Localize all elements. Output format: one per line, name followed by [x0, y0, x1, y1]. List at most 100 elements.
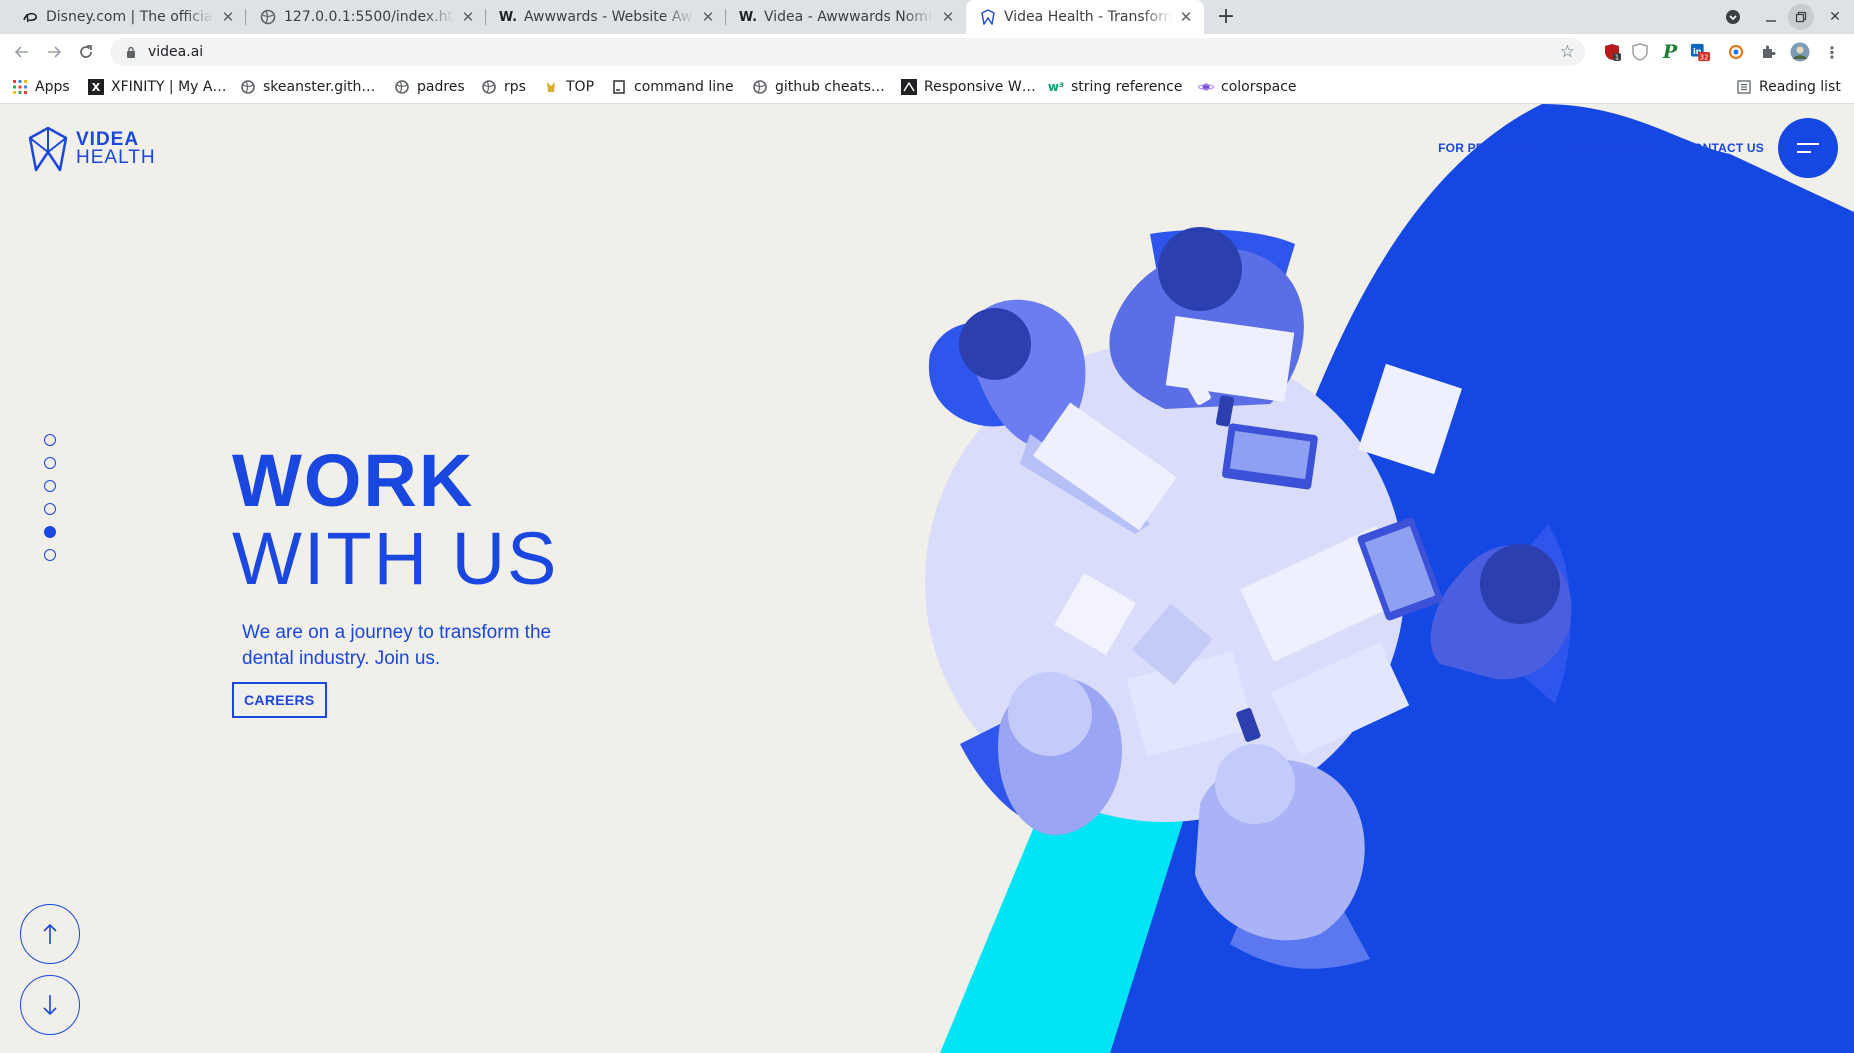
tab-awwwards[interactable]: W. Awwwards - Website Awards ✕: [486, 0, 726, 34]
odin-icon: [543, 79, 559, 95]
bookmark-responsive[interactable]: Responsive W…: [901, 70, 1036, 104]
hero-subtitle: We are on a journey to transform the den…: [242, 622, 552, 669]
bookmark-string-reference[interactable]: w³ string reference: [1048, 70, 1183, 104]
bookmark-label: XFINITY | My A…: [111, 79, 227, 95]
close-icon[interactable]: ✕: [700, 8, 716, 26]
tab-disney[interactable]: Disney.com | The official home ✕: [8, 0, 246, 34]
close-icon[interactable]: ✕: [940, 8, 956, 26]
nav-separator: ·: [1669, 141, 1674, 155]
nav-for-insurers[interactable]: FOR INSURERS: [1565, 141, 1658, 155]
saturn-icon: [1198, 79, 1214, 95]
bookmark-label: skeanster.gith…: [263, 79, 376, 95]
bookmark-top[interactable]: TOP: [543, 70, 594, 104]
nav-for-practices[interactable]: FOR PRACTICES: [1438, 141, 1539, 155]
restore-icon[interactable]: [1788, 4, 1814, 30]
careers-button[interactable]: CAREERS: [232, 682, 327, 718]
reading-list-icon: [1736, 79, 1752, 95]
tab-videa-awwwards[interactable]: W. Videa - Awwwards Nominee ✕: [726, 0, 966, 34]
bookmark-label: string reference: [1071, 79, 1183, 95]
tab-localhost[interactable]: 127.0.0.1:5500/index.html ✕: [246, 0, 486, 34]
minimize-icon[interactable]: [1756, 0, 1786, 34]
videa-logo[interactable]: VIDEA HEALTH: [26, 126, 156, 172]
bookmark-colorspace[interactable]: colorspace: [1198, 70, 1297, 104]
tab-search-icon[interactable]: [1718, 0, 1748, 34]
scroll-down-button[interactable]: [20, 975, 80, 1035]
globe-icon: [260, 9, 276, 25]
bookmark-label: colorspace: [1221, 79, 1297, 95]
close-icon[interactable]: ✕: [1178, 8, 1194, 26]
bookmarks-bar: Apps X XFINITY | My A… skeanster.gith… p…: [0, 70, 1854, 104]
scroll-up-button[interactable]: [20, 904, 80, 964]
globe-icon: [752, 79, 768, 95]
arrow-down-icon: [43, 995, 57, 1016]
svg-text:1: 1: [1615, 54, 1619, 62]
menu-line: [1797, 151, 1811, 153]
bookmark-label: padres: [417, 79, 465, 95]
chrome-menu-icon[interactable]: ⋮: [1822, 42, 1842, 62]
tab-title: Videa - Awwwards Nominee: [764, 9, 934, 25]
globe-icon: [394, 79, 410, 95]
menu-line: [1797, 143, 1819, 145]
doc-icon: [611, 79, 627, 95]
bookmark-label: github cheats…: [775, 79, 885, 95]
tab-videa-health[interactable]: Videa Health - Transforming ✕: [966, 0, 1204, 34]
bookmark-label: TOP: [566, 79, 595, 95]
reload-icon[interactable]: [74, 40, 98, 64]
slide-dot-3[interactable]: [44, 480, 56, 492]
shield-icon[interactable]: [1630, 42, 1650, 62]
url-text: videa.ai: [148, 44, 204, 60]
extensions-puzzle-icon[interactable]: [1758, 42, 1778, 62]
back-icon[interactable]: [10, 40, 34, 64]
top-nav: FOR PRACTICES · FOR INSURERS · CONTACT U…: [1438, 141, 1764, 155]
tab-title: Videa Health - Transforming: [1004, 9, 1172, 25]
close-icon[interactable]: ✕: [220, 8, 236, 26]
logo-text: VIDEA HEALTH: [76, 130, 156, 167]
globe-icon: [481, 79, 497, 95]
browser-toolbar: videa.ai ☆ 1 P in 32 ⋮: [0, 34, 1854, 70]
p-extension-icon[interactable]: P: [1660, 41, 1680, 63]
slide-pagination: [44, 434, 56, 572]
bookmark-star-icon[interactable]: ☆: [1560, 42, 1575, 62]
forward-icon[interactable]: [42, 40, 66, 64]
bookmark-skeanster[interactable]: skeanster.gith…: [240, 70, 375, 104]
tab-title: Disney.com | The official home: [46, 9, 214, 25]
slide-dot-6[interactable]: [44, 549, 56, 561]
linkedin-icon[interactable]: in 32: [1690, 42, 1710, 62]
reading-list-button[interactable]: Reading list: [1736, 70, 1841, 104]
slide-dot-1[interactable]: [44, 434, 56, 446]
hero-title: WORK WITH US: [232, 442, 558, 598]
bookmark-padres[interactable]: padres: [394, 70, 465, 104]
bookmark-label: Responsive W…: [924, 79, 1036, 95]
slide-dot-2[interactable]: [44, 457, 56, 469]
nav-contact-us[interactable]: CONTACT US: [1684, 141, 1764, 155]
bookmark-command-line[interactable]: command line: [611, 70, 734, 104]
bookmark-label: Apps: [35, 79, 70, 95]
reading-list-label: Reading list: [1759, 79, 1841, 95]
hero-title-light: WITH US: [232, 517, 559, 600]
globe-icon: [240, 79, 256, 95]
bookmark-xfinity[interactable]: X XFINITY | My A…: [88, 70, 227, 104]
w3schools-icon: w³: [1047, 80, 1065, 94]
hero-illustration: [925, 104, 1854, 1053]
videa-page: VIDEA HEALTH FOR PRACTICES · FOR INSURER…: [0, 104, 1854, 1053]
slide-dot-5-active[interactable]: [44, 526, 56, 538]
slide-dot-4[interactable]: [44, 503, 56, 515]
tooth-icon: [980, 9, 996, 25]
nav-separator: ·: [1549, 141, 1554, 155]
colorzilla-icon[interactable]: [1726, 42, 1746, 62]
ublock-icon[interactable]: 1: [1602, 42, 1622, 62]
apps-grid-icon: [12, 79, 28, 95]
awwwards-icon: W.: [738, 9, 758, 25]
disney-icon: [22, 9, 38, 25]
close-icon[interactable]: ✕: [460, 8, 476, 26]
lock-icon: [124, 45, 138, 59]
browser-tab-bar: Disney.com | The official home ✕ 127.0.0…: [0, 0, 1854, 34]
new-tab-button[interactable]: +: [1213, 4, 1239, 30]
bookmark-github-cheats[interactable]: github cheats…: [752, 70, 885, 104]
profile-avatar[interactable]: [1790, 42, 1810, 62]
bookmark-rps[interactable]: rps: [481, 70, 526, 104]
close-window-icon[interactable]: ✕: [1820, 0, 1850, 34]
hamburger-menu-button[interactable]: [1778, 118, 1838, 178]
address-bar[interactable]: videa.ai ☆: [110, 38, 1585, 66]
bookmark-apps[interactable]: Apps: [12, 70, 70, 104]
